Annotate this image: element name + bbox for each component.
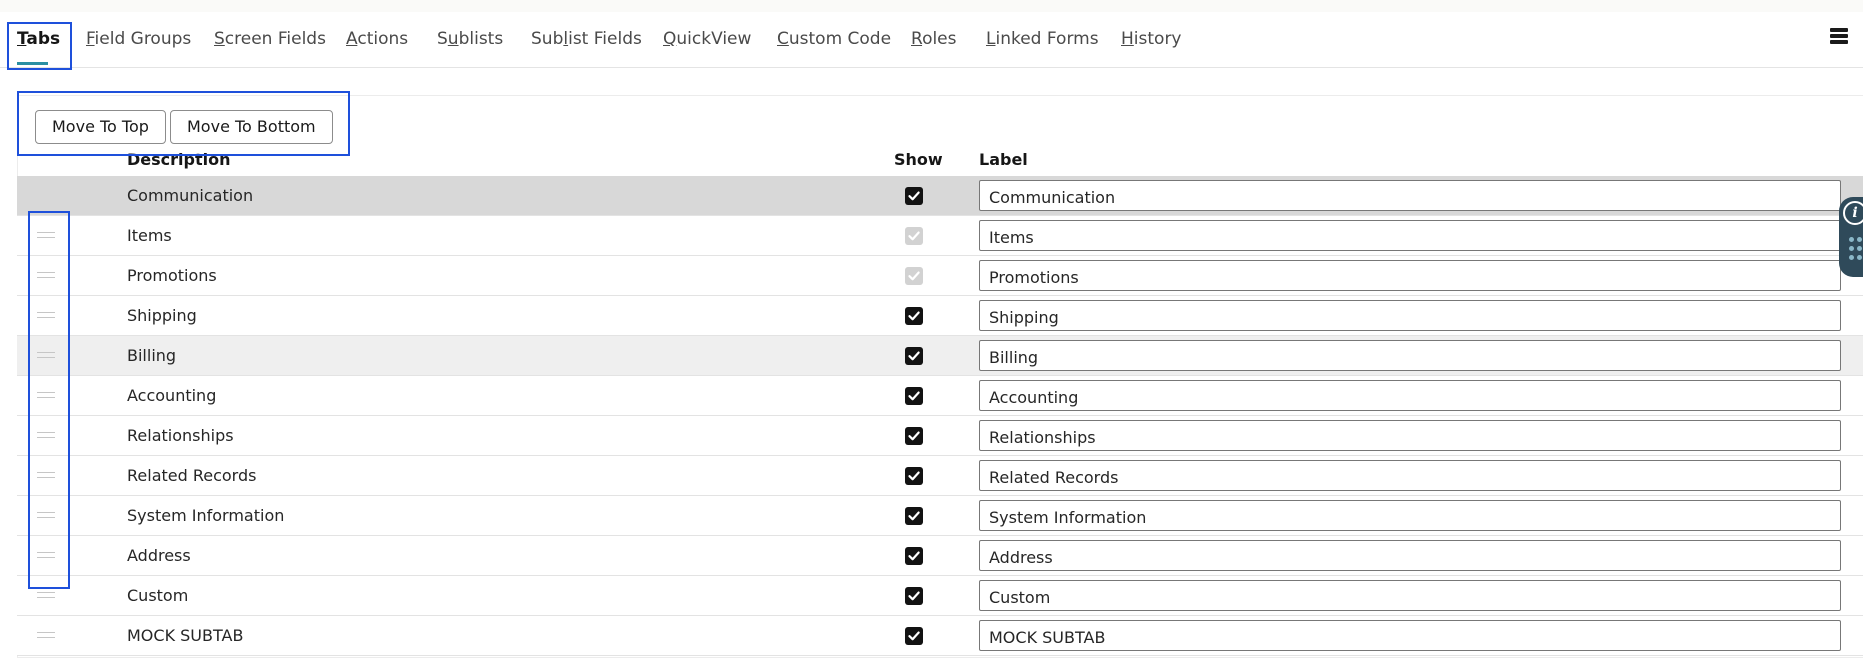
show-checkbox[interactable]	[905, 467, 923, 485]
show-checkbox[interactable]	[905, 587, 923, 605]
table-row[interactable]: Items	[17, 216, 1863, 256]
show-checkbox[interactable]	[905, 507, 923, 525]
show-checkbox[interactable]	[905, 387, 923, 405]
label-input[interactable]	[979, 260, 1841, 291]
tab-label-part: istory	[1133, 29, 1182, 49]
row-description: Communication	[127, 186, 254, 205]
row-description: Relationships	[127, 426, 234, 445]
label-input[interactable]	[979, 300, 1841, 331]
show-checkbox[interactable]	[905, 307, 923, 325]
table-row[interactable]: Shipping	[17, 296, 1863, 336]
row-description: Related Records	[127, 466, 257, 485]
tab-label-part: ield Groups	[94, 29, 192, 49]
tab-label-part: ustom Code	[788, 29, 892, 49]
tab-label-part: Sub	[531, 29, 564, 49]
tab-label-part: oles	[922, 29, 957, 49]
table-row[interactable]: MOCK SUBTAB	[17, 616, 1863, 656]
tab-item[interactable]: Sublists	[437, 12, 503, 68]
show-checkbox	[905, 267, 923, 285]
label-input[interactable]	[979, 420, 1841, 451]
tab-access-key: Q	[663, 29, 677, 49]
label-input[interactable]	[979, 620, 1841, 651]
tab-label-part: ist Fields	[568, 29, 642, 49]
tab-access-key: R	[911, 29, 923, 49]
tab-item[interactable]: Sublist Fields	[531, 12, 642, 68]
show-checkbox[interactable]	[905, 627, 923, 645]
grid-dots-icon	[1849, 237, 1854, 264]
tab-item[interactable]: QuickView	[663, 12, 751, 68]
show-checkbox[interactable]	[905, 187, 923, 205]
label-input[interactable]	[979, 340, 1841, 371]
table-row[interactable]: Promotions	[17, 256, 1863, 296]
label-input[interactable]	[979, 460, 1841, 491]
show-checkbox[interactable]	[905, 427, 923, 445]
side-help-widget[interactable]: i	[1839, 197, 1863, 277]
highlight-box-drag-handles	[28, 211, 70, 589]
tab-access-key: A	[346, 29, 358, 49]
label-input[interactable]	[979, 580, 1841, 611]
tab-item[interactable]: Field Groups	[86, 12, 191, 68]
tab-label-part: S	[437, 29, 448, 49]
label-input[interactable]	[979, 180, 1841, 211]
table-row[interactable]: Communication	[17, 176, 1863, 216]
row-description: Custom	[127, 586, 189, 605]
tab-label-part: ctions	[357, 29, 409, 49]
tab-item[interactable]: Linked Forms	[986, 12, 1099, 68]
tab-label-part: uickView	[676, 29, 752, 49]
tab-access-key: u	[447, 29, 459, 49]
highlight-box-move-buttons	[17, 91, 350, 156]
row-description: Promotions	[127, 266, 217, 285]
top-strip	[0, 0, 1863, 12]
subtab-bar: Tabs Field Groups Screen Fields Actions Subl…	[0, 12, 1863, 68]
table-row[interactable]: Accounting	[17, 376, 1863, 416]
label-input[interactable]	[979, 220, 1841, 251]
info-icon[interactable]: i	[1843, 201, 1863, 225]
label-input[interactable]	[979, 540, 1841, 571]
table-row[interactable]: Address	[17, 536, 1863, 576]
label-input[interactable]	[979, 380, 1841, 411]
tab-item[interactable]: History	[1121, 12, 1182, 68]
label-input[interactable]	[979, 500, 1841, 531]
table-row[interactable]: System Information	[17, 496, 1863, 536]
row-description: Shipping	[127, 306, 197, 325]
hamburger-menu-icon[interactable]	[1830, 28, 1848, 46]
drag-handle-icon[interactable]	[37, 632, 55, 638]
show-checkbox[interactable]	[905, 547, 923, 565]
show-checkbox	[905, 227, 923, 245]
row-description: MOCK SUBTAB	[127, 626, 244, 645]
tab-label-part: creen Fields	[224, 29, 326, 49]
row-description: Billing	[127, 346, 177, 365]
row-description: Items	[127, 226, 172, 245]
tab-item[interactable]: Actions	[346, 12, 408, 68]
table-row[interactable]: Related Records	[17, 456, 1863, 496]
table-row[interactable]: Billing	[17, 336, 1863, 376]
tab-access-key: S	[214, 29, 225, 49]
tab-access-key: C	[777, 29, 789, 49]
column-header-show: Show	[894, 150, 943, 169]
tab-access-key: F	[86, 29, 95, 49]
row-description: Address	[127, 546, 191, 565]
table-row[interactable]: Relationships	[17, 416, 1863, 456]
highlight-box-tabs	[7, 22, 72, 70]
show-checkbox[interactable]	[905, 347, 923, 365]
table-row[interactable]: Custom	[17, 576, 1863, 616]
tab-item[interactable]: Roles	[911, 12, 957, 68]
drag-handle-icon[interactable]	[37, 592, 55, 598]
column-header-label: Label	[979, 150, 1028, 169]
tab-label-part: blists	[458, 29, 504, 49]
tab-access-key: H	[1121, 29, 1134, 49]
tab-label-part: inked Forms	[995, 29, 1099, 49]
row-description: Accounting	[127, 386, 217, 405]
tab-item[interactable]: Screen Fields	[214, 12, 326, 68]
tab-item[interactable]: Custom Code	[777, 12, 891, 68]
row-description: System Information	[127, 506, 285, 525]
